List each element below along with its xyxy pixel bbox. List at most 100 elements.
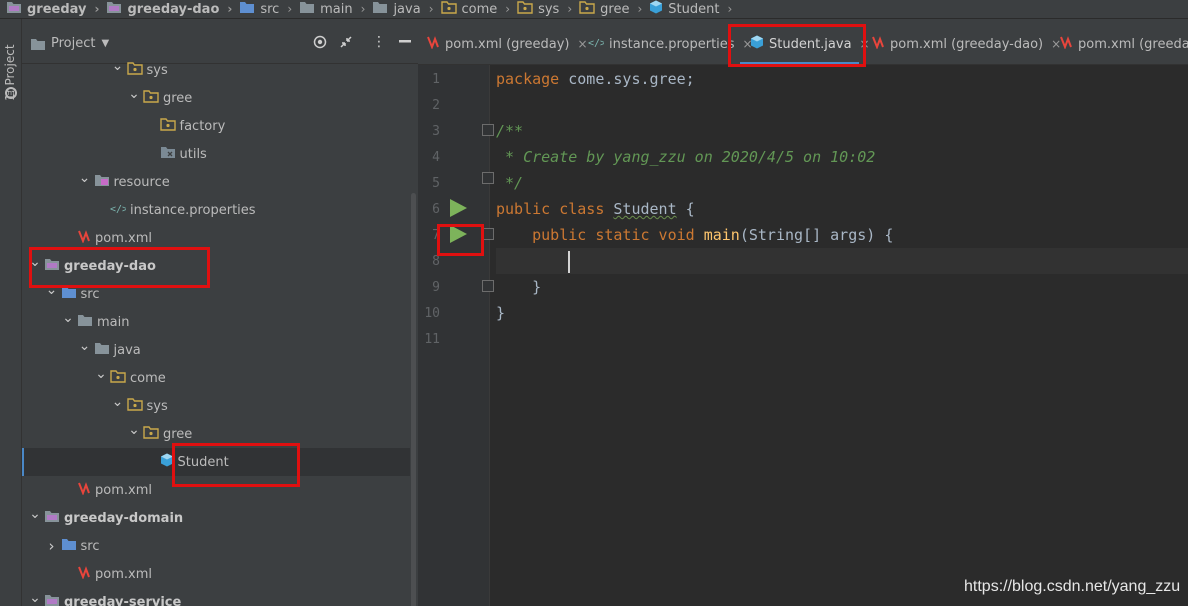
fold-start-icon[interactable] <box>482 124 494 136</box>
tree-item-label: greeday-domain <box>64 510 184 526</box>
editor-tab[interactable]: pom.xml (greeday- <box>1059 33 1188 55</box>
tree-item[interactable]: ⌄ java <box>22 336 410 364</box>
chevron-right-icon[interactable]: › <box>45 537 59 555</box>
tree-item[interactable]: › src <box>22 532 410 560</box>
project-panel-title: Project <box>51 36 96 51</box>
tree-item[interactable]: ⌄ greeday-dao <box>22 252 410 280</box>
chevron-right-icon: › <box>287 2 293 16</box>
editor-tab[interactable]: Student.java × <box>750 33 870 55</box>
breadcrumb-item[interactable]: Student › <box>649 0 739 18</box>
code-line-5: */ <box>496 174 524 192</box>
code-line-7: public static void main(String[] args) { <box>532 226 894 244</box>
close-icon[interactable]: × <box>577 37 587 51</box>
locate-target-icon[interactable] <box>311 33 329 51</box>
breadcrumb-item[interactable]: greeday-dao › <box>106 0 239 18</box>
tree-item-label: main <box>97 314 130 330</box>
chevron-down-icon[interactable]: ⌄ <box>111 394 125 410</box>
maven-tool-icon[interactable]: m <box>5 87 17 99</box>
code-area[interactable]: package come.sys.gree; /** * Create by y… <box>496 65 1188 606</box>
breadcrumb-item[interactable]: java › <box>372 0 440 18</box>
tree-item[interactable]: ⌄pom.xml <box>22 224 410 252</box>
line-number: 7 <box>432 228 440 243</box>
fold-start-icon[interactable] <box>482 228 494 240</box>
chevron-down-icon[interactable]: ⌄ <box>127 86 141 102</box>
breadcrumb-item[interactable]: gree › <box>579 0 649 18</box>
chevron-down-icon[interactable]: ⌄ <box>28 506 42 522</box>
chevron-down-icon[interactable]: ⌄ <box>78 170 92 186</box>
line-number: 8 <box>432 254 440 269</box>
breadcrumb-item[interactable]: src › <box>239 0 299 18</box>
hide-panel-icon[interactable] <box>396 33 414 51</box>
tree-item[interactable]: ⌄ sys <box>22 392 410 420</box>
java-class-icon <box>750 35 764 53</box>
tree-item[interactable]: ⌄ gree <box>22 420 410 448</box>
chevron-down-icon[interactable]: ⌄ <box>28 590 42 606</box>
svg-text:</>: </> <box>588 38 604 49</box>
fold-end-icon[interactable] <box>482 172 494 184</box>
breadcrumb-item[interactable]: sys › <box>517 0 579 18</box>
editor-tab-label: pom.xml (greeday) <box>445 36 570 52</box>
breadcrumb-label: come <box>461 1 498 17</box>
chevron-down-icon[interactable]: ⌄ <box>94 366 108 382</box>
text-caret <box>568 251 570 273</box>
code-line-10: } <box>496 304 506 322</box>
breadcrumb-label: main <box>320 1 353 17</box>
chevron-down-icon[interactable]: ⌄ <box>127 422 141 438</box>
tree-item[interactable]: ⌄ sys <box>22 56 410 84</box>
tree-item[interactable]: ⌄pom.xml <box>22 476 410 504</box>
maven-icon <box>77 481 91 499</box>
maven-icon <box>871 35 885 53</box>
breadcrumb-item[interactable]: greeday › <box>6 0 106 18</box>
tree-item[interactable]: ⌄utils <box>22 140 410 168</box>
tree-item[interactable]: ⌄Student <box>22 448 410 476</box>
tree-item-label: pom.xml <box>95 482 152 498</box>
tree-item-label: src <box>80 286 100 302</box>
more-options-icon[interactable]: ⋮ <box>370 33 388 51</box>
line-number: 3 <box>432 124 440 139</box>
tree-item[interactable]: ⌄</>instance.properties <box>22 196 410 224</box>
chevron-down-icon[interactable]: ⌄ <box>78 338 92 354</box>
tree-item[interactable]: ⌄ greeday-service <box>22 588 410 606</box>
package-icon <box>126 61 143 79</box>
breadcrumb-label: java <box>393 1 421 17</box>
breadcrumb-item[interactable]: main › <box>299 0 372 18</box>
tree-item[interactable]: ⌄ main <box>22 308 410 336</box>
tree-item[interactable]: ⌄pom.xml <box>22 560 410 588</box>
tree-item[interactable]: ⌄ come <box>22 364 410 392</box>
collapse-all-icon[interactable] <box>337 33 355 51</box>
line-number: 4 <box>432 150 440 165</box>
tree-item[interactable]: ⌄factory <box>22 112 410 140</box>
run-main-icon[interactable] <box>450 225 467 243</box>
tree-item[interactable]: ⌄ resource <box>22 168 410 196</box>
tree-item[interactable]: ⌄ gree <box>22 84 410 112</box>
tree-item-label: sys <box>146 62 168 78</box>
folder-icon <box>94 341 110 359</box>
package-icon <box>126 397 143 415</box>
source-folder-icon <box>61 285 77 303</box>
maven-icon <box>426 35 440 53</box>
tree-item-label: pom.xml <box>95 566 152 582</box>
line-number: 11 <box>424 332 440 347</box>
fold-end-icon[interactable] <box>482 280 494 292</box>
line-number: 10 <box>424 306 440 321</box>
chevron-down-icon[interactable]: ⌄ <box>61 310 75 326</box>
editor-tab[interactable]: pom.xml (greeday) × <box>426 33 588 55</box>
editor-tab-label: pom.xml (greeday-dao) <box>890 36 1044 52</box>
package-icon <box>440 0 457 18</box>
tree-scrollbar[interactable] <box>411 193 416 606</box>
tree-item[interactable]: ⌄ src <box>22 280 410 308</box>
chevron-down-icon[interactable]: ⌄ <box>45 282 59 298</box>
package-icon <box>143 89 159 107</box>
editor-tab[interactable]: </>instance.properties× <box>588 33 753 55</box>
editor-tab[interactable]: pom.xml (greeday-dao) × <box>871 33 1061 55</box>
project-view-selector[interactable]: Project ▼ <box>30 36 109 51</box>
chevron-right-icon: › <box>94 2 100 16</box>
editor-tab-label: Student.java <box>769 36 852 52</box>
close-icon[interactable]: × <box>860 37 870 51</box>
tree-item[interactable]: ⌄ greeday-domain <box>22 504 410 532</box>
chevron-down-icon[interactable]: ⌄ <box>111 58 125 74</box>
chevron-down-icon[interactable]: ⌄ <box>28 254 42 270</box>
run-class-icon[interactable] <box>450 199 467 217</box>
editor-tab-label: pom.xml (greeday- <box>1078 36 1188 52</box>
breadcrumb-item[interactable]: come › <box>440 0 518 18</box>
